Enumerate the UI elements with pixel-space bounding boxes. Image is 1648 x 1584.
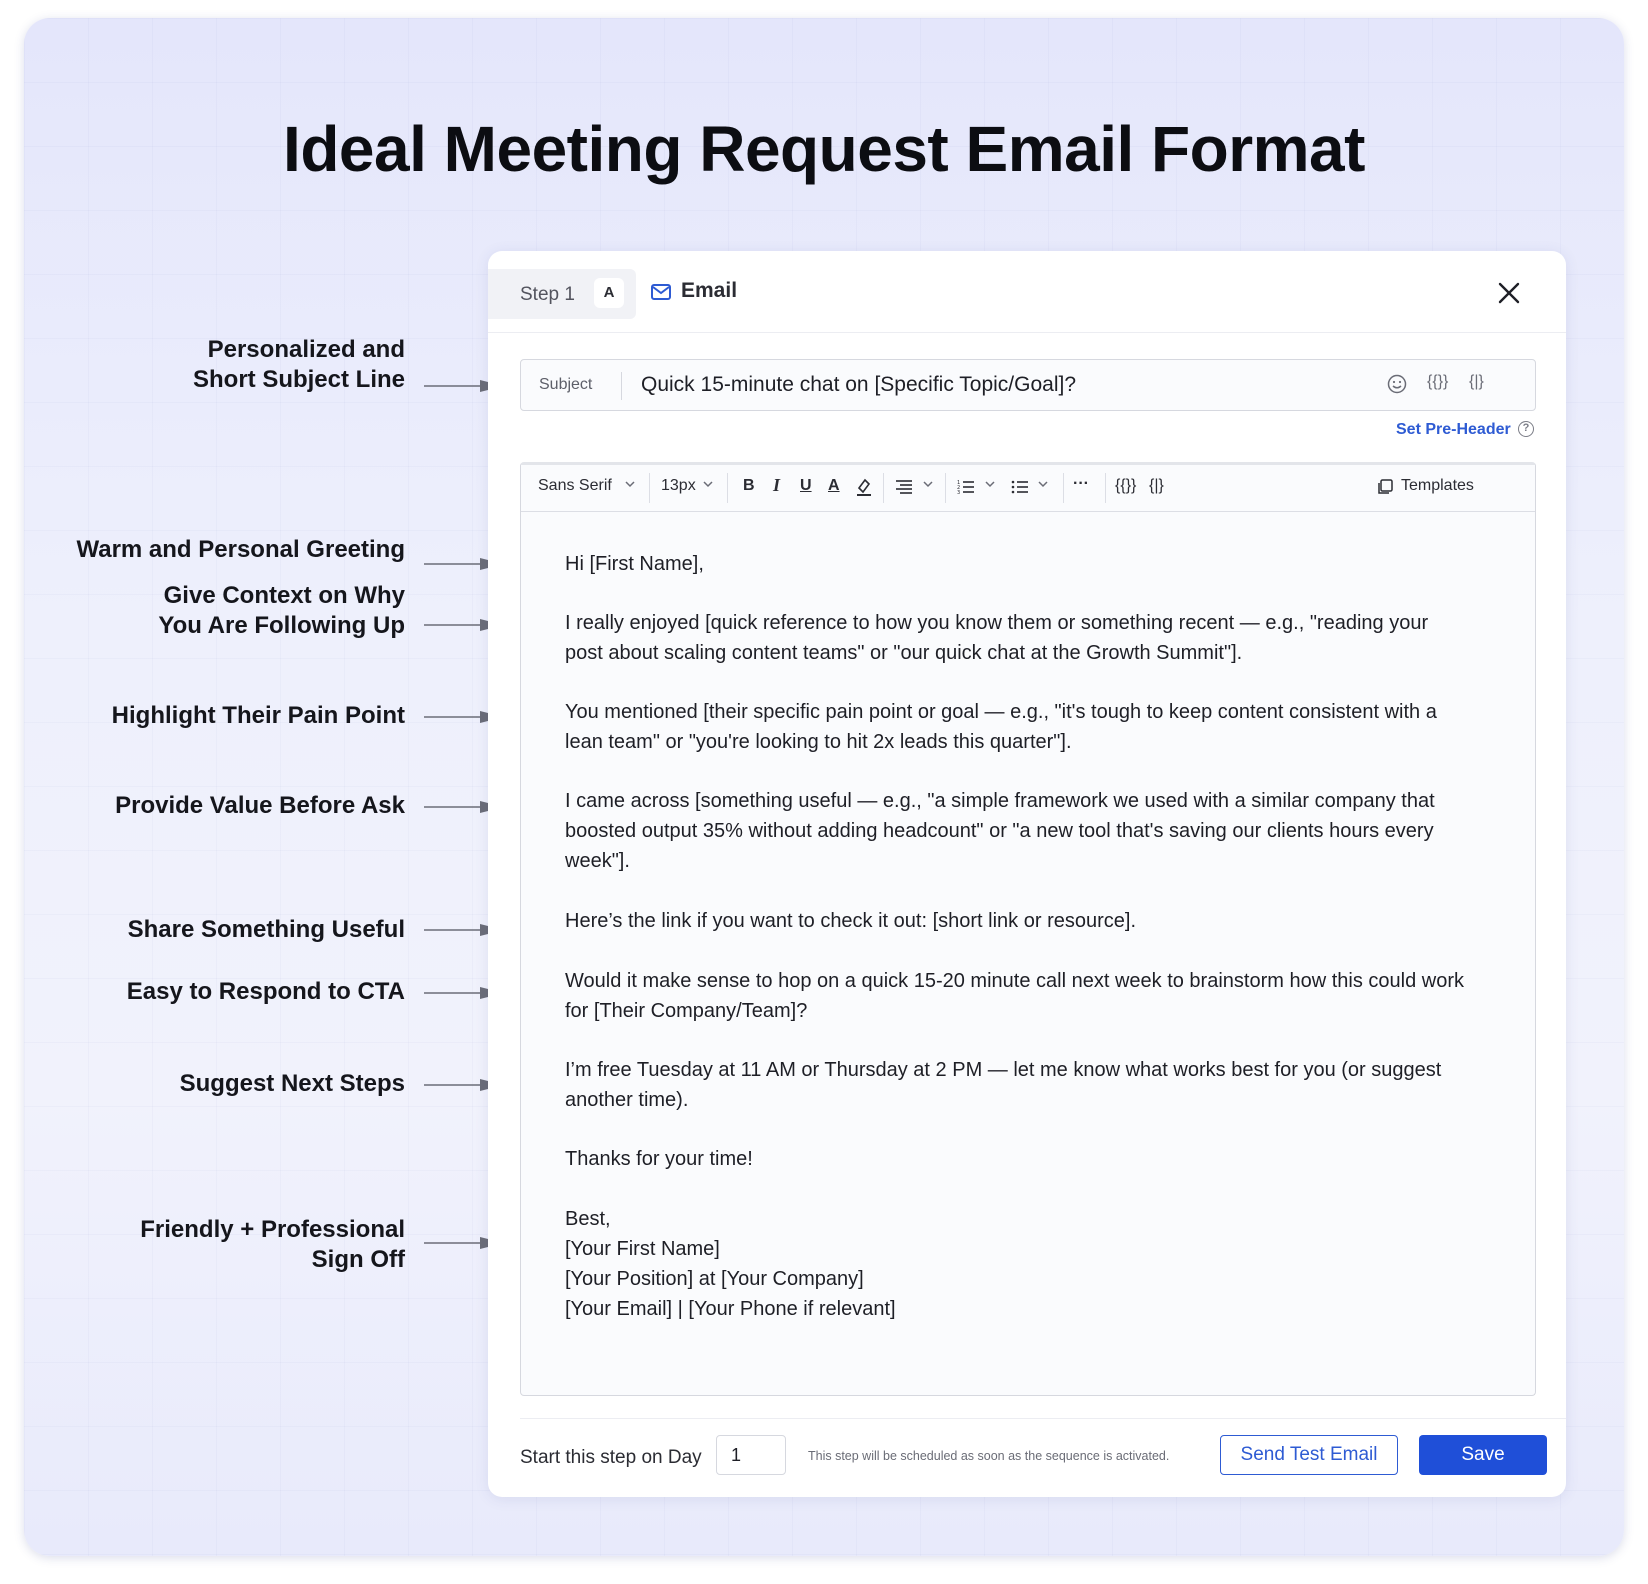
body-paragraph-context: I really enjoyed [quick reference to how… [565, 612, 1429, 664]
text-color-button[interactable]: A [828, 477, 840, 495]
align-icon[interactable] [895, 479, 913, 495]
annotation-subject-line: Personalized and Short Subject Line [192, 336, 405, 393]
body-paragraph-greeting: Hi [First Name], [565, 553, 704, 575]
bold-button[interactable]: B [743, 477, 755, 495]
toolbar-divider [1105, 473, 1106, 503]
italic-button[interactable]: I [773, 475, 780, 496]
footer-divider [520, 1418, 1566, 1419]
snippet-braces-icon[interactable]: {|} [1469, 373, 1484, 391]
annotation-useful: Share Something Useful [127, 916, 405, 943]
svg-text:3: 3 [957, 490, 960, 495]
chevron-down-icon[interactable] [985, 479, 995, 489]
subject-field: Subject {{}} {|} [520, 359, 1536, 411]
header-divider [488, 332, 1566, 333]
step-tab[interactable]: Step 1 A [488, 269, 636, 319]
subject-divider [621, 372, 622, 400]
variant-badge[interactable]: A [594, 278, 624, 308]
body-paragraph-pain-point: You mentioned [their specific pain point… [565, 701, 1437, 753]
channel-label: Email [681, 279, 738, 302]
body-paragraph-cta: Would it make sense to hop on a quick 15… [565, 970, 1464, 1022]
step-label: Step 1 [520, 284, 575, 305]
smiley-icon[interactable] [1387, 374, 1407, 394]
start-day-input[interactable] [716, 1435, 786, 1475]
annotation-sign-off: Friendly + Professional Sign Off [140, 1216, 405, 1273]
toolbar-divider [883, 473, 884, 503]
annotation-value: Provide Value Before Ask [115, 792, 405, 819]
variable-braces-icon[interactable]: {{}} [1427, 373, 1448, 391]
envelope-icon [651, 284, 671, 300]
annotation-greeting: Warm and Personal Greeting [76, 536, 405, 563]
variable-braces-icon[interactable]: {{}} [1115, 477, 1136, 495]
body-paragraph-thanks: Thanks for your time! [565, 1148, 753, 1170]
numbered-list-icon[interactable]: 1 2 3 [957, 479, 975, 495]
toolbar-divider [945, 473, 946, 503]
annotation-cta: Easy to Respond to CTA [126, 978, 405, 1005]
annotation-next-steps: Suggest Next Steps [179, 1070, 405, 1097]
chevron-down-icon[interactable] [703, 479, 713, 489]
schedule-note: This step will be scheduled as soon as t… [808, 1449, 1170, 1463]
email-step-modal: Step 1 A Email Subject {{}} {|} Set Pre-… [488, 251, 1566, 1497]
templates-button[interactable]: Templates [1401, 477, 1474, 495]
chevron-down-icon[interactable] [1038, 479, 1048, 489]
body-paragraph-next-steps: I’m free Tuesday at 11 AM or Thursday at… [565, 1059, 1442, 1111]
chevron-down-icon[interactable] [923, 479, 933, 489]
chevron-down-icon[interactable] [625, 479, 635, 489]
font-family-select[interactable]: Sans Serif [538, 477, 612, 495]
toolbar-divider [1063, 473, 1064, 503]
start-day-label: Start this step on Day [520, 1447, 702, 1468]
bullet-list-icon[interactable] [1011, 479, 1029, 495]
more-options-icon[interactable]: ··· [1073, 475, 1089, 493]
set-pre-header-link[interactable]: Set Pre-Header [1396, 421, 1511, 439]
close-icon[interactable] [1496, 280, 1522, 306]
font-size-select[interactable]: 13px [661, 477, 696, 495]
page-title: Ideal Meeting Request Email Format [283, 113, 1365, 185]
help-icon[interactable]: ? [1518, 421, 1534, 437]
body-paragraph-value: I came across [something useful — e.g., … [565, 790, 1435, 872]
email-editor[interactable]: Sans Serif 13px B I U A 1 2 3 ··· {{}} {… [520, 462, 1536, 1396]
annotation-context: Give Context on Why You Are Following Up [158, 582, 405, 639]
underline-button[interactable]: U [800, 477, 812, 495]
snippet-braces-icon[interactable]: {|} [1149, 477, 1164, 495]
subject-label: Subject [539, 376, 593, 393]
annotation-pain-point: Highlight Their Pain Point [111, 702, 405, 729]
highlight-icon[interactable] [855, 477, 873, 497]
toolbar-divider [649, 473, 650, 503]
templates-icon[interactable] [1377, 479, 1393, 495]
toolbar-divider [727, 473, 728, 503]
editor-toolbar: Sans Serif 13px B I U A 1 2 3 ··· {{}} {… [521, 465, 1535, 512]
send-test-email-button[interactable]: Send Test Email [1220, 1435, 1398, 1475]
body-paragraph-signature: Best, [Your First Name] [Your Position] … [565, 1208, 896, 1320]
subject-input[interactable] [641, 368, 1401, 402]
body-paragraph-link: Here’s the link if you want to check it … [565, 910, 1136, 932]
save-button[interactable]: Save [1419, 1435, 1547, 1475]
